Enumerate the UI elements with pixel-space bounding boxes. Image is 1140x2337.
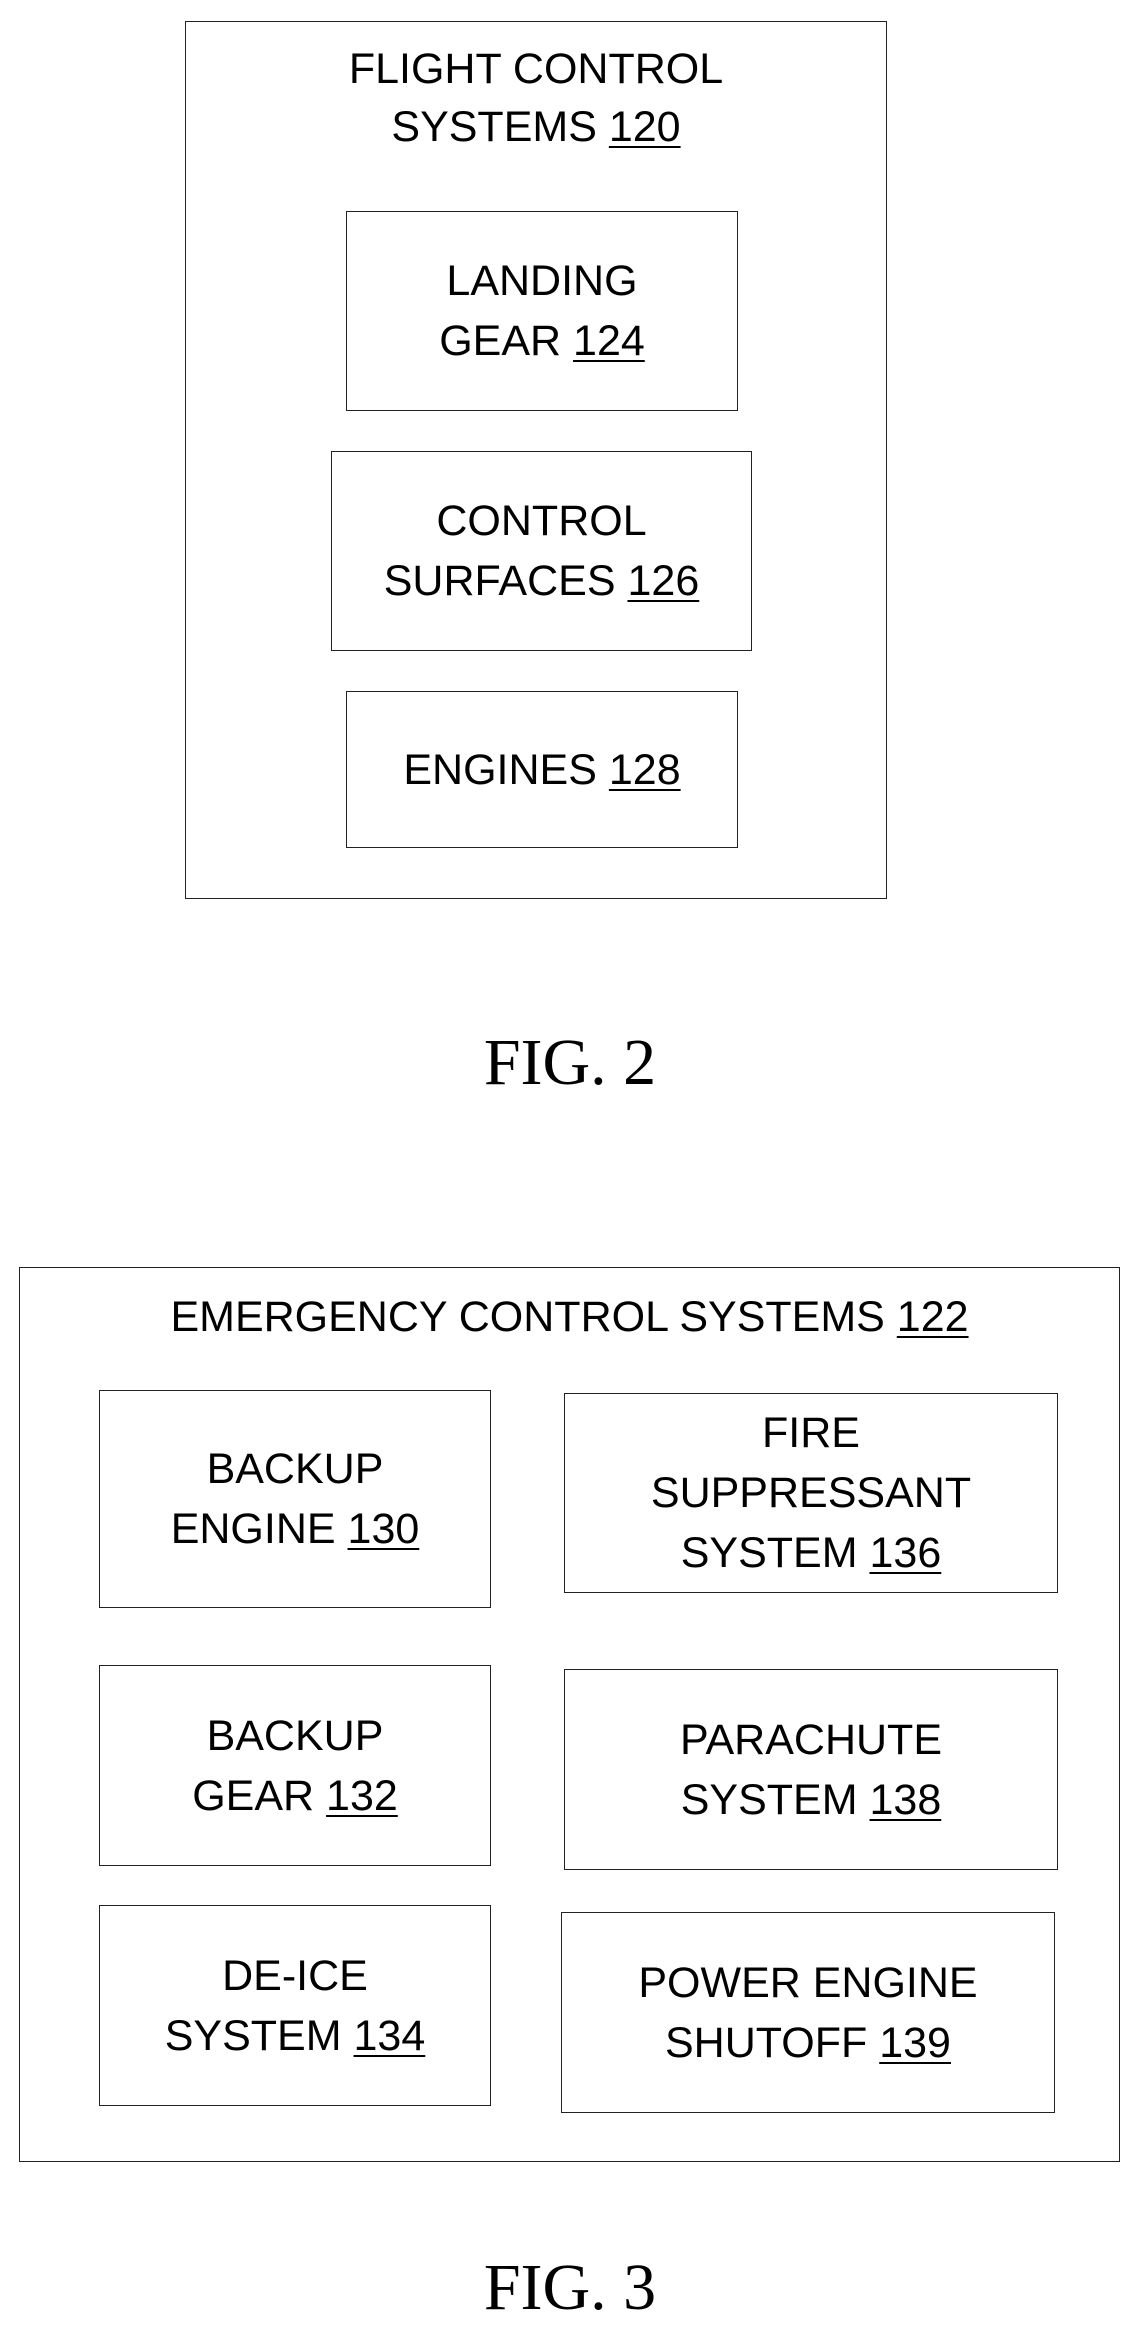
reference-number: 120	[608, 103, 681, 151]
label-line: SUPPRESSANT	[650, 1469, 972, 1517]
reference-number: 126	[627, 557, 700, 605]
landing-gear-box: LANDING GEAR 124	[346, 211, 738, 411]
emergency-control-systems-label: EMERGENCY CONTROL SYSTEMS 122	[20, 1288, 1119, 1346]
backup-engine-box: BACKUP ENGINE 130	[99, 1390, 491, 1608]
label-line: ENGINES	[403, 745, 597, 794]
label-line: CONTROL	[436, 497, 647, 545]
backup-gear-box: BACKUP GEAR 132	[99, 1665, 491, 1866]
reference-number: 122	[896, 1293, 969, 1341]
reference-number: 128	[608, 745, 681, 794]
label-line: FIRE	[762, 1409, 860, 1457]
label-line: POWER ENGINE	[638, 1958, 978, 2007]
label-line: BACKUP	[206, 1711, 384, 1760]
label-line: SHUTOFF	[665, 2018, 868, 2067]
figure-caption-3: FIG. 3	[483, 2251, 657, 2324]
label-line: DE-ICE	[222, 1951, 368, 2000]
fire-suppressant-system-box: FIRE SUPPRESSANT SYSTEM 136	[564, 1393, 1058, 1593]
label-line: ENGINE	[170, 1505, 336, 1553]
reference-number: 132	[326, 1771, 398, 1820]
label-line: PARACHUTE	[679, 1715, 942, 1764]
power-engine-shutoff-box: POWER ENGINE SHUTOFF 139	[561, 1912, 1055, 2113]
label-line: EMERGENCY CONTROL SYSTEMS	[170, 1293, 885, 1341]
label-line: SYSTEM	[164, 2011, 342, 2060]
reference-number: 124	[573, 317, 645, 365]
reference-number: 136	[869, 1529, 942, 1577]
reference-number: 138	[869, 1775, 942, 1824]
label-line: SURFACES	[383, 557, 616, 605]
reference-number: 134	[353, 2011, 426, 2060]
parachute-system-box: PARACHUTE SYSTEM 138	[564, 1669, 1058, 1870]
label-line: LANDING	[446, 257, 638, 305]
label-line: SYSTEM	[680, 1529, 858, 1577]
label-line: BACKUP	[206, 1445, 384, 1493]
figure-caption-2: FIG. 2	[483, 1026, 657, 1099]
flight-control-systems-label: FLIGHT CONTROL SYSTEMS 120	[186, 40, 886, 156]
label-line: FLIGHT CONTROL	[348, 45, 724, 93]
label-line: GEAR	[439, 317, 562, 365]
control-surfaces-box: CONTROL SURFACES 126	[331, 451, 752, 651]
label-line: GEAR	[192, 1771, 315, 1820]
de-ice-system-box: DE-ICE SYSTEM 134	[99, 1905, 491, 2106]
label-line: SYSTEMS	[391, 103, 597, 151]
reference-number: 139	[879, 2018, 951, 2067]
reference-number: 130	[347, 1505, 420, 1553]
engines-box: ENGINES 128	[346, 691, 738, 848]
label-line: SYSTEM	[680, 1775, 858, 1824]
